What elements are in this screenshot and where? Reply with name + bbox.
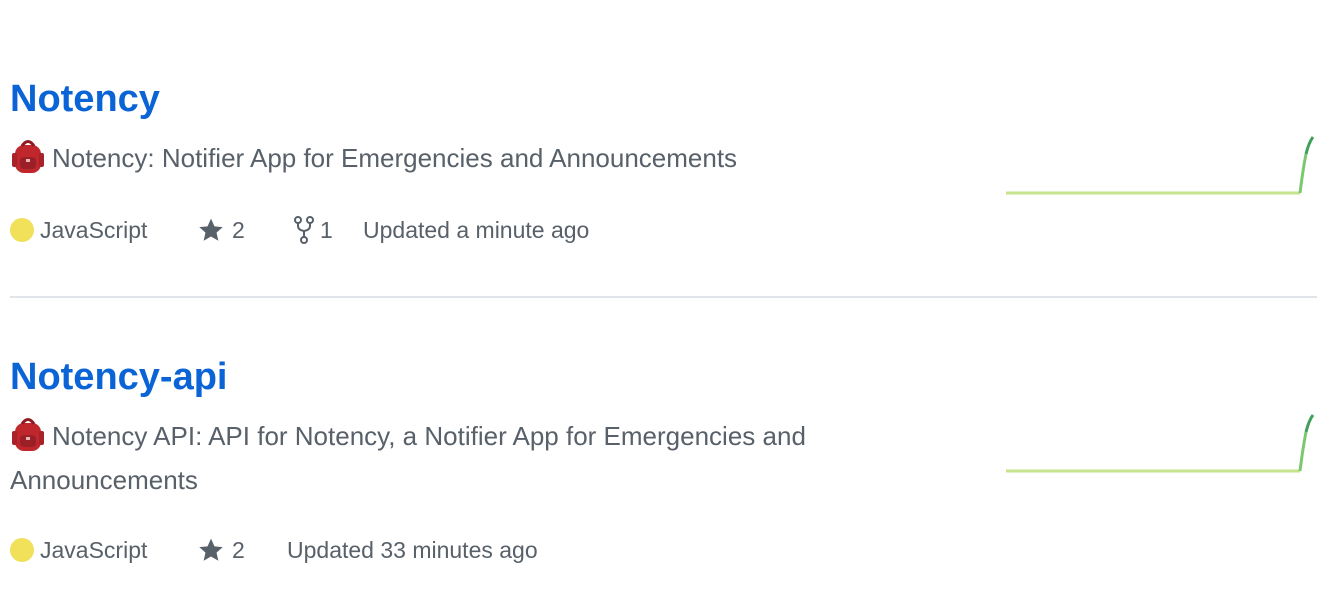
language-color-dot <box>10 218 34 242</box>
activity-sparkline <box>1006 136 1315 195</box>
star-icon <box>199 218 223 241</box>
repo-divider <box>10 296 1317 298</box>
repo-stars-link[interactable]: 2 <box>198 215 245 245</box>
repo-forks-count: 1 <box>320 216 333 243</box>
activity-sparkline <box>1006 414 1315 473</box>
language-color-dot <box>10 538 34 562</box>
backpack-icon <box>12 418 44 451</box>
repo-stars-count: 2 <box>232 216 245 243</box>
repo-title-link[interactable]: Notency <box>10 80 160 118</box>
repo-language-label: JavaScript <box>40 536 148 563</box>
repo-stars-count: 2 <box>232 536 245 563</box>
star-icon <box>199 538 223 561</box>
repo-stars-link[interactable]: 2 <box>198 535 245 565</box>
repo-language: JavaScript <box>10 215 147 245</box>
repo-title-link[interactable]: Notency-api <box>10 358 227 396</box>
repo-updated: Updated a minute ago <box>363 216 590 243</box>
repo-description: Notency API: API for Notency, a Notifier… <box>10 414 910 502</box>
repo-language: JavaScript <box>10 535 147 565</box>
repo-description-text: Notency API: API for Notency, a Notifier… <box>10 421 806 495</box>
repo-language-label: JavaScript <box>40 216 148 243</box>
repo-description: Notency: Notifier App for Emergencies an… <box>10 136 910 180</box>
repo-description-text: Notency: Notifier App for Emergencies an… <box>52 143 738 173</box>
repo-updated: Updated 33 minutes ago <box>287 536 538 563</box>
backpack-icon <box>12 140 44 173</box>
repo-forks-link[interactable]: 1 <box>294 215 333 245</box>
fork-icon <box>294 216 314 244</box>
